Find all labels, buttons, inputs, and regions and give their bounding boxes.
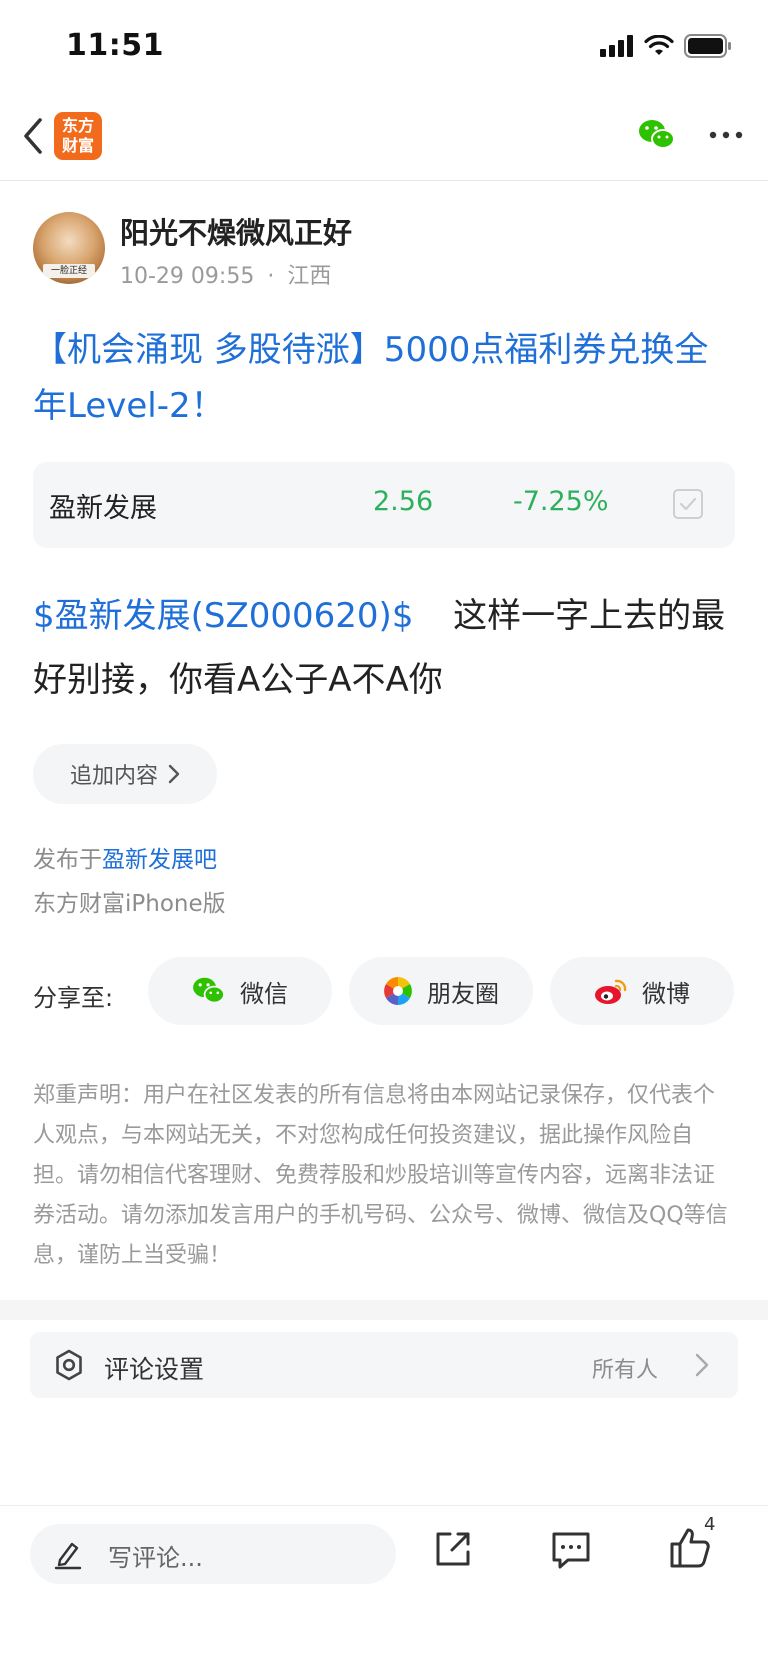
comment-input[interactable]: 写评论... — [30, 1524, 396, 1584]
wechat-share-icon[interactable] — [638, 118, 676, 152]
gear-icon — [56, 1349, 82, 1381]
back-arrow-icon[interactable] — [18, 114, 50, 158]
status-icons — [600, 34, 732, 58]
avatar-caption: 一脸正经 — [43, 264, 95, 278]
share-moments-label: 朋友圈 — [427, 979, 499, 1008]
like-count: 4 — [704, 1514, 716, 1535]
share-weibo-label: 微博 — [642, 979, 690, 1008]
disclaimer: 郑重声明：用户在社区发表的所有信息将由本网站记录保存，仅代表个人观点，与本网站无… — [33, 1083, 728, 1268]
chevron-right-icon — [695, 1353, 709, 1377]
client-source: 东方财富iPhone版 — [33, 891, 226, 917]
check-icon — [679, 497, 697, 511]
stock-bar-link[interactable]: 盈新发展吧 — [102, 847, 217, 873]
comment-icon[interactable] — [550, 1530, 592, 1570]
logo-text-top: 东方 — [61, 116, 94, 135]
chevron-right-icon — [168, 764, 180, 784]
share-wechat-label: 微信 — [240, 979, 288, 1008]
post-title[interactable]: 【机会涌现 多股待涨】5000点福利券兑换全年Level-2！ — [33, 322, 733, 434]
share-wechat-button[interactable]: 微信 — [148, 957, 332, 1025]
stock-name: 盈新发展 — [49, 493, 157, 524]
comment-placeholder: 写评论... — [108, 1544, 203, 1572]
moments-icon — [384, 977, 412, 1005]
app-logo: 东方 财富 — [54, 112, 102, 160]
stock-change: -7.25% — [513, 486, 609, 517]
cellular-signal-icon — [600, 35, 633, 57]
stock-link[interactable]: $盈新发展(SZ000620)$ — [33, 596, 413, 636]
published-in: 发布于盈新发展吧 — [33, 840, 217, 874]
post-location: 江西 — [287, 264, 332, 289]
add-content-label: 追加内容 — [69, 764, 158, 789]
bottom-action-bar: 写评论... 4 — [0, 1505, 768, 1664]
published-prefix: 发布于 — [33, 847, 102, 873]
nav-bar: 东方 财富 — [0, 100, 768, 181]
weibo-icon — [595, 979, 627, 1004]
battery-icon — [684, 34, 731, 58]
share-weibo-button[interactable]: 微博 — [550, 957, 734, 1025]
author-name[interactable]: 阳光不燥微风正好 — [120, 210, 352, 252]
share-icon[interactable] — [432, 1528, 474, 1570]
stock-card[interactable]: 盈新发展 2.56 -7.25% — [33, 462, 735, 548]
add-watchlist-checkbox[interactable] — [673, 489, 703, 519]
stock-price: 2.56 — [373, 486, 434, 517]
post-meta: 10-29 09:55 · 江西 — [120, 258, 331, 290]
author-avatar[interactable]: 一脸正经 — [33, 212, 105, 284]
pencil-icon — [54, 1542, 82, 1570]
post-time: 10-29 09:55 — [120, 264, 255, 289]
logo-text-bottom: 财富 — [61, 136, 94, 155]
meta-separator: · — [267, 264, 275, 289]
more-options-icon[interactable] — [706, 120, 746, 150]
section-divider — [0, 1300, 768, 1320]
status-time: 11:51 — [66, 28, 164, 63]
share-label: 分享至: — [33, 984, 114, 1012]
comment-settings-row[interactable]: 评论设置 所有人 — [30, 1332, 738, 1398]
wifi-icon — [644, 35, 674, 55]
add-content-button[interactable]: 追加内容 — [33, 744, 217, 804]
comment-settings-label: 评论设置 — [104, 1355, 205, 1384]
share-moments-button[interactable]: 朋友圈 — [349, 957, 533, 1025]
comment-settings-value: 所有人 — [592, 1358, 659, 1383]
post-body: $盈新发展(SZ000620)$ 这样一字上去的最好别接，你看A公子A不A你 — [33, 584, 738, 712]
wechat-icon — [193, 977, 225, 1004]
